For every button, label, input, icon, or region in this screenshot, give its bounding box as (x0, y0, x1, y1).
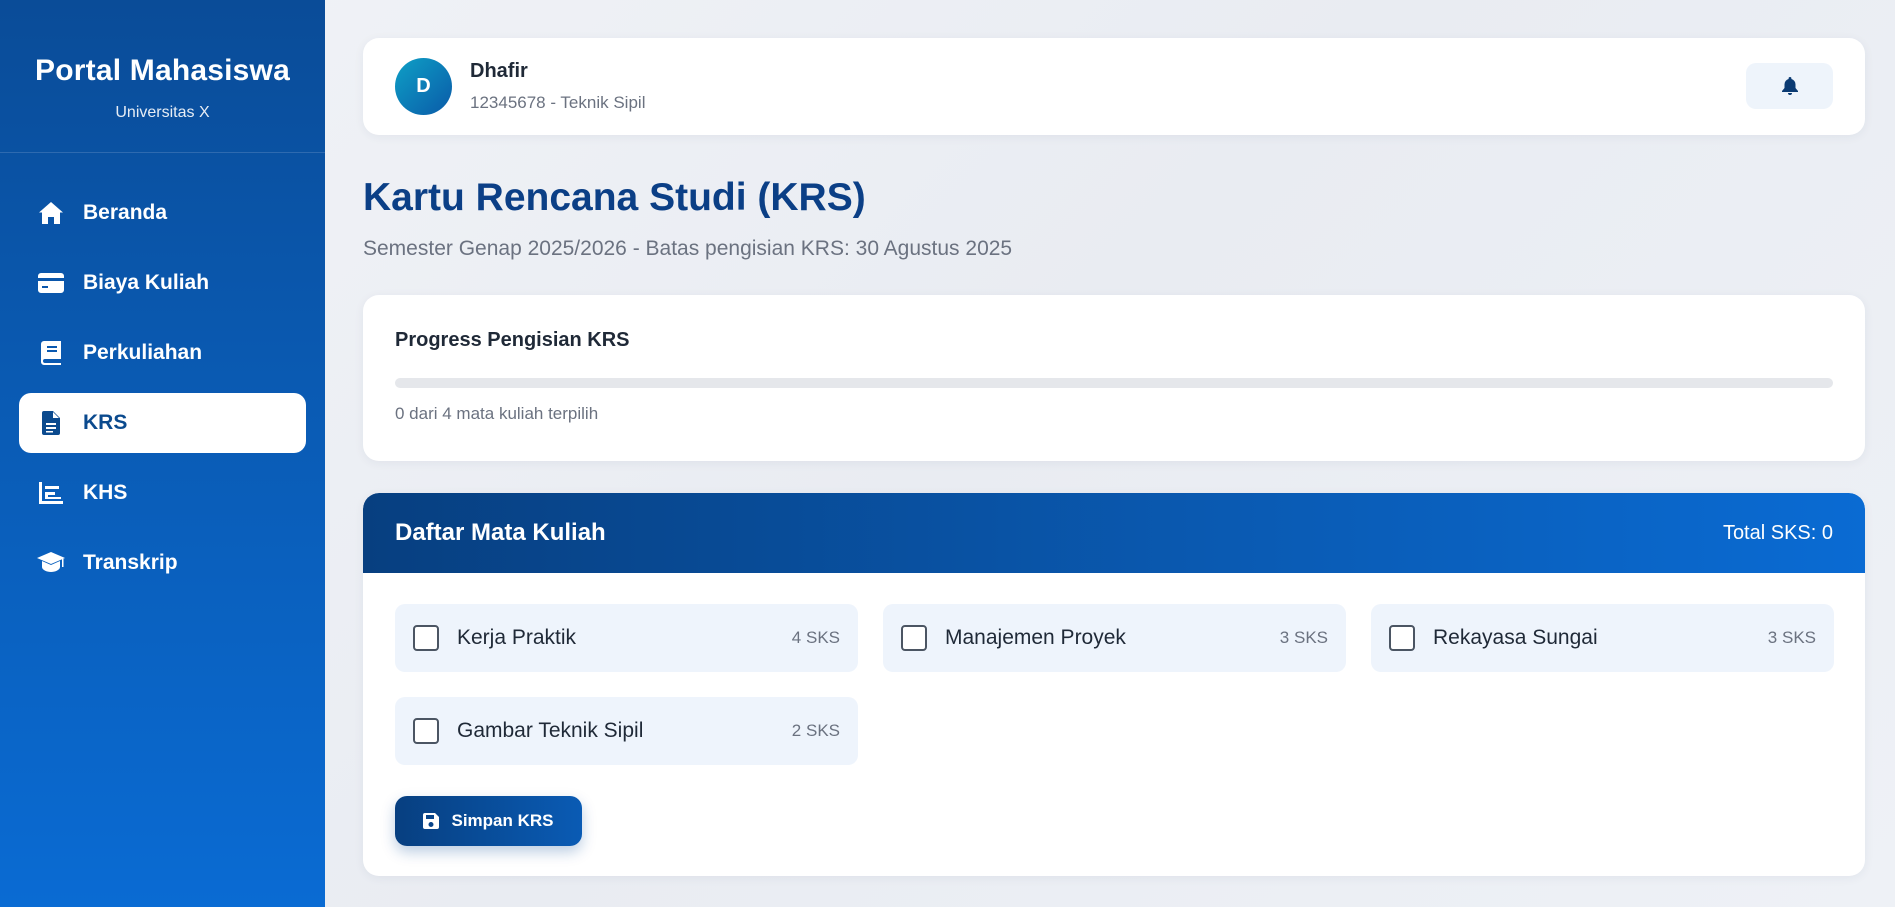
document-icon (37, 409, 65, 437)
course-checkbox[interactable] (413, 718, 439, 744)
chart-icon (37, 479, 65, 507)
bell-icon (1781, 77, 1798, 95)
courses-title: Daftar Mata Kuliah (395, 519, 606, 546)
sidebar-nav: Beranda Biaya Kuliah Perkuliahan KRS KHS (0, 153, 325, 593)
sidebar-item-perkuliahan[interactable]: Perkuliahan (19, 323, 306, 383)
course-name: Gambar Teknik Sipil (457, 719, 644, 742)
sidebar-item-khs[interactable]: KHS (19, 463, 306, 523)
user-name: Dhafir (470, 60, 528, 82)
course-sks: 2 SKS (791, 721, 840, 740)
user-info: Dhafir 12345678 - Teknik Sipil (470, 60, 645, 113)
course-item-gambar-teknik-sipil[interactable]: Gambar Teknik Sipil 2 SKS (395, 697, 858, 765)
sidebar-item-label: KRS (83, 411, 128, 434)
sidebar-item-label: Perkuliahan (83, 341, 203, 364)
course-checkbox[interactable] (901, 625, 927, 651)
user-meta: 12345678 - Teknik Sipil (470, 93, 646, 112)
book-icon (37, 339, 65, 367)
course-sks: 3 SKS (1279, 628, 1328, 647)
sidebar-item-beranda[interactable]: Beranda (19, 183, 306, 243)
sidebar-item-biaya-kuliah[interactable]: Biaya Kuliah (19, 253, 306, 313)
progress-title: Progress Pengisian KRS (395, 329, 630, 351)
course-checkbox[interactable] (1389, 625, 1415, 651)
courses-header: Daftar Mata Kuliah Total SKS: 0 (363, 493, 1865, 573)
progress-bar (395, 378, 1833, 388)
course-checkbox[interactable] (413, 625, 439, 651)
course-sks: 3 SKS (1767, 628, 1816, 647)
sidebar: Portal Mahasiswa Universitas X Beranda B… (0, 0, 325, 907)
page-subtitle: Semester Genap 2025/2026 - Batas pengisi… (363, 237, 1013, 260)
courses-card: Daftar Mata Kuliah Total SKS: 0 Kerja Pr… (363, 493, 1865, 876)
credit-card-icon (37, 269, 65, 297)
save-krs-button[interactable]: Simpan KRS (395, 796, 582, 846)
brand-title: Portal Mahasiswa (35, 54, 290, 87)
progress-card: Progress Pengisian KRS 0 dari 4 mata kul… (363, 295, 1865, 461)
sidebar-item-krs[interactable]: KRS (19, 393, 306, 453)
course-name: Manajemen Proyek (945, 626, 1126, 649)
user-header: D Dhafir 12345678 - Teknik Sipil (363, 38, 1865, 135)
course-name: Kerja Praktik (457, 626, 577, 649)
avatar[interactable]: D (395, 58, 452, 115)
sidebar-item-label: Biaya Kuliah (83, 271, 210, 294)
course-sks: 4 SKS (791, 628, 840, 647)
course-item-rekayasa-sungai[interactable]: Rekayasa Sungai 3 SKS (1371, 604, 1834, 672)
sidebar-item-label: Transkrip (83, 551, 178, 574)
graduation-cap-icon (37, 549, 65, 577)
total-sks: Total SKS: 0 (1722, 521, 1833, 544)
brand: Portal Mahasiswa Universitas X (0, 0, 325, 153)
save-icon (423, 813, 440, 829)
course-list: Kerja Praktik 4 SKS Manajemen Proyek 3 S… (363, 573, 1865, 765)
course-name: Rekayasa Sungai (1433, 626, 1598, 649)
page-title: Kartu Rencana Studi (KRS) (363, 176, 866, 219)
course-item-kerja-praktik[interactable]: Kerja Praktik 4 SKS (395, 604, 858, 672)
home-icon (37, 199, 65, 227)
brand-subtitle: Universitas X (115, 104, 210, 121)
sidebar-item-label: KHS (83, 481, 128, 504)
course-item-manajemen-proyek[interactable]: Manajemen Proyek 3 SKS (883, 604, 1346, 672)
progress-text: 0 dari 4 mata kuliah terpilih (395, 404, 599, 423)
sidebar-item-transkrip[interactable]: Transkrip (19, 533, 306, 593)
save-button-label: Simpan KRS (451, 811, 554, 830)
sidebar-item-label: Beranda (83, 201, 168, 224)
notification-button[interactable] (1746, 63, 1833, 109)
